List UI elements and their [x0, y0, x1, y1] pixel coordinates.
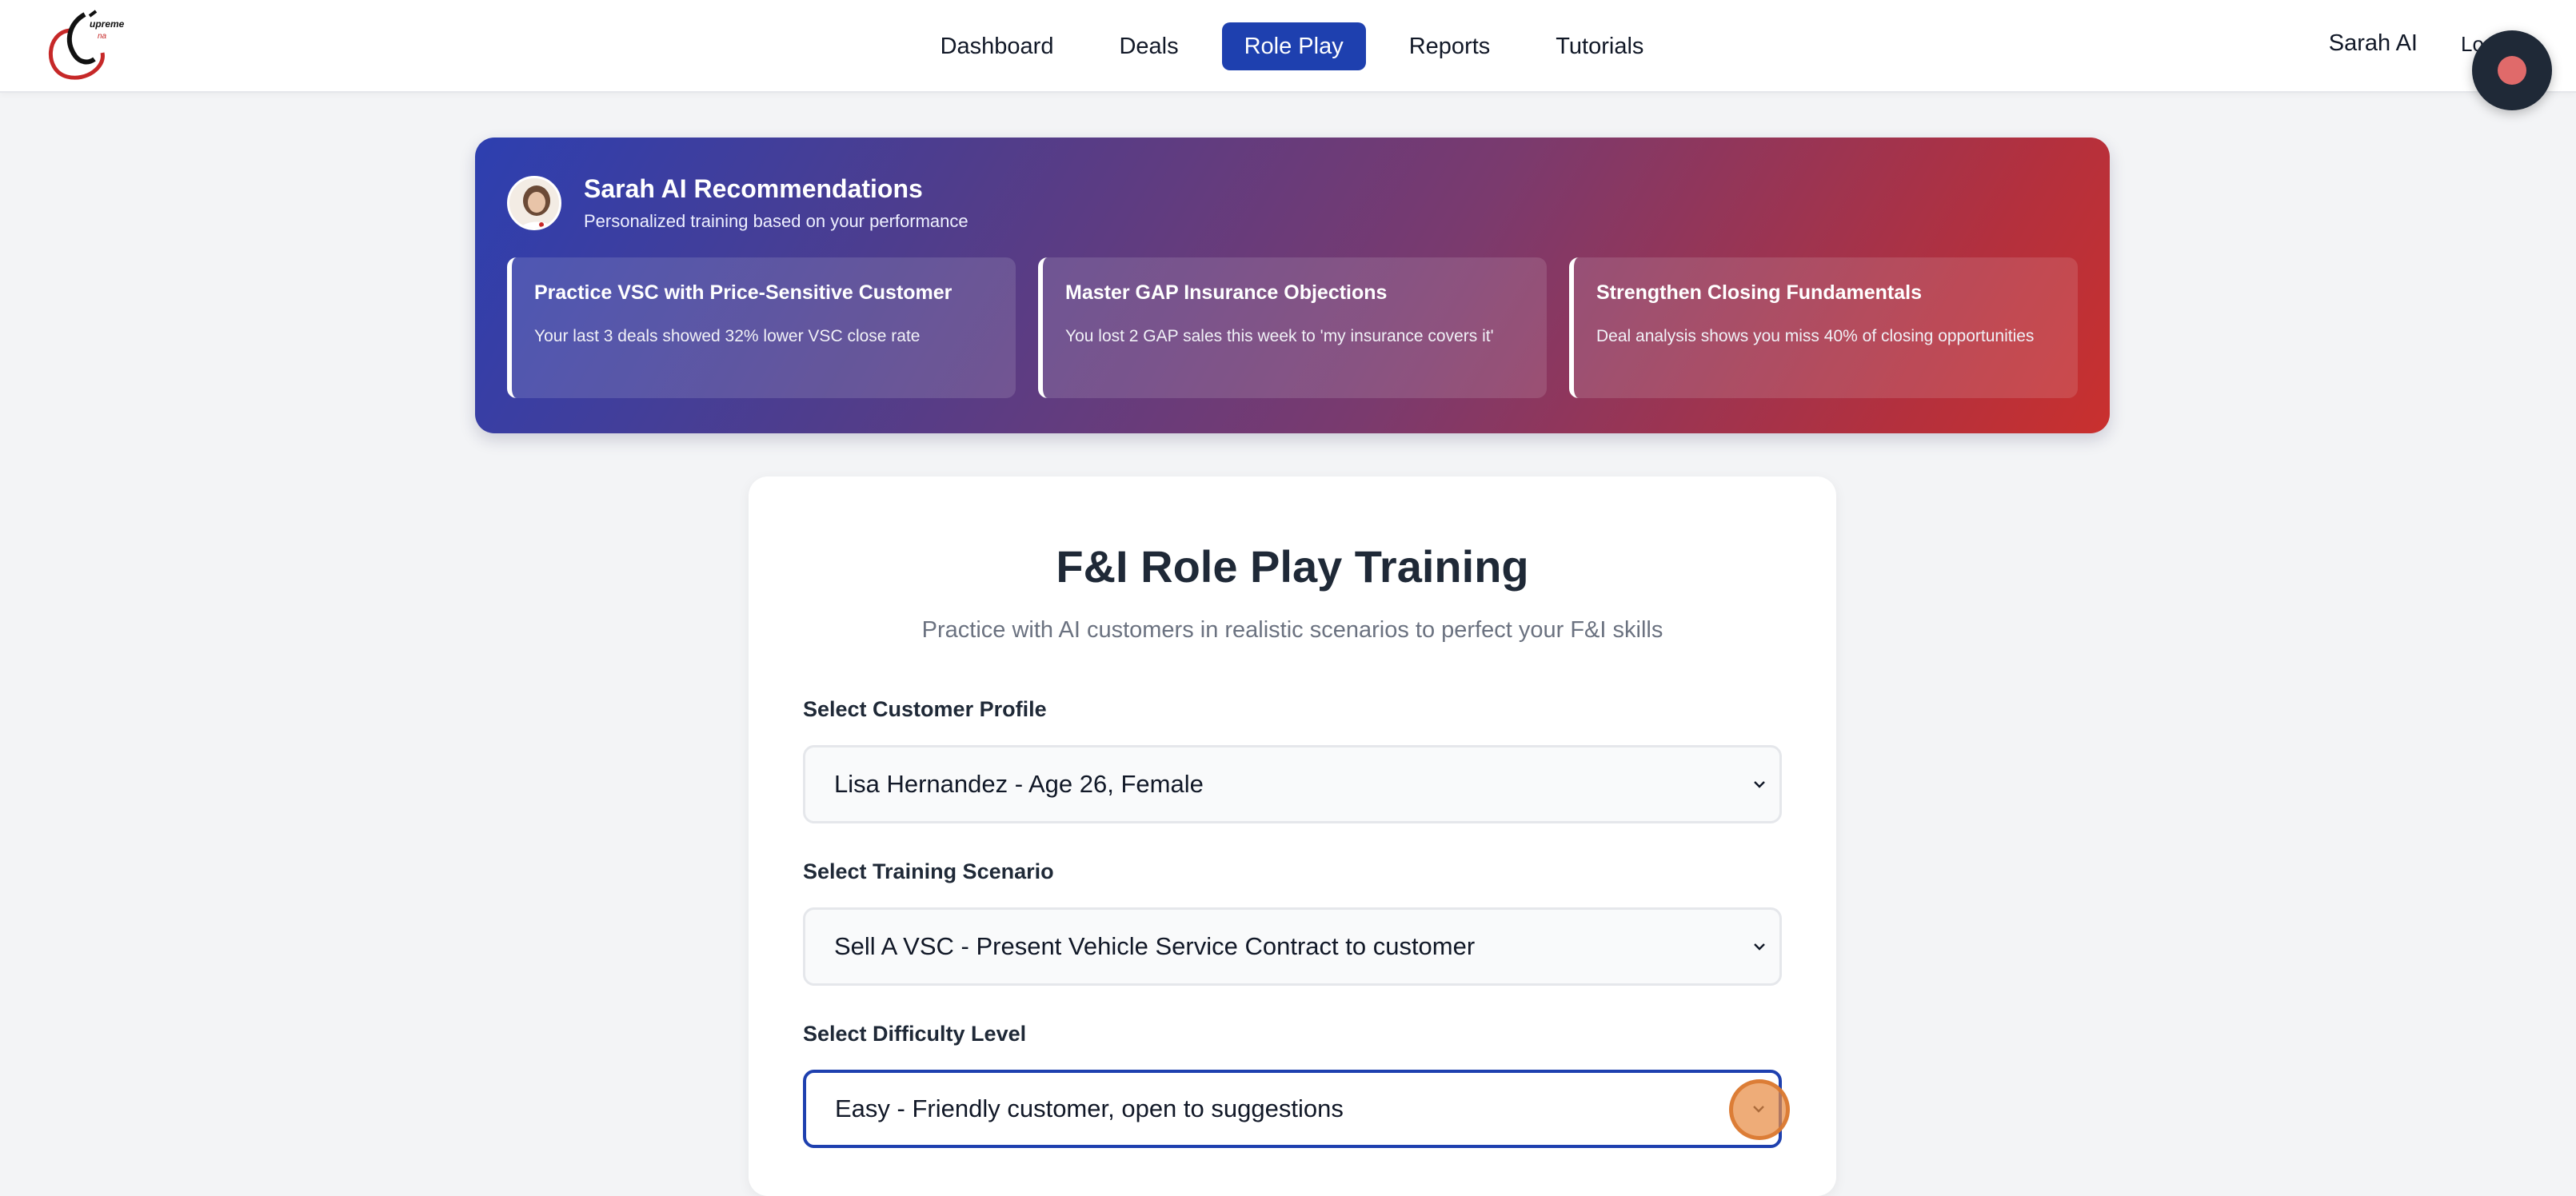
difficulty-level-label: Select Difficulty Level	[803, 1022, 1027, 1046]
training-scenario-select[interactable]: Sell A VSC - Present Vehicle Service Con…	[803, 907, 1782, 986]
difficulty-level-value: Easy - Friendly customer, open to sugges…	[835, 1094, 1344, 1122]
record-icon	[2498, 56, 2526, 85]
customer-profile-select[interactable]: Lisa Hernandez - Age 26, Female	[803, 745, 1782, 823]
record-button[interactable]	[2472, 30, 2552, 110]
main-nav: Dashboard Deals Role Play Reports Tutori…	[0, 22, 2576, 70]
chevron-down-icon	[1747, 935, 1771, 959]
customer-profile-label: Select Customer Profile	[803, 697, 1047, 721]
avatar-icon	[507, 176, 561, 230]
recommendation-title: Strengthen Closing Fundamentals	[1596, 281, 1922, 304]
recommendation-description: Your last 3 deals showed 32% lower VSC c…	[534, 327, 921, 345]
recommendation-description: You lost 2 GAP sales this week to 'my in…	[1065, 327, 1494, 345]
recommendation-title: Practice VSC with Price-Sensitive Custom…	[534, 281, 953, 304]
page-title: F&I Role Play Training	[1056, 541, 1529, 592]
recommendation-card[interactable]: Practice VSC with Price-Sensitive Custom…	[507, 257, 1016, 398]
chevron-down-icon	[1747, 772, 1771, 796]
recommendations-subtitle: Personalized training based on your perf…	[584, 211, 968, 231]
click-indicator	[1729, 1079, 1790, 1140]
nav-deals[interactable]: Deals	[1096, 22, 1200, 70]
top-navigation-bar: upreme na Dashboard Deals Role Play Repo…	[0, 0, 2576, 93]
page-subtitle: Practice with AI customers in realistic …	[921, 617, 1663, 643]
difficulty-level-select[interactable]: Easy - Friendly customer, open to sugges…	[803, 1070, 1782, 1148]
training-scenario-value: Sell A VSC - Present Vehicle Service Con…	[834, 932, 1476, 960]
nav-tutorials[interactable]: Tutorials	[1533, 22, 1666, 70]
recommendation-card[interactable]: Strengthen Closing Fundamentals Deal ana…	[1569, 257, 2078, 398]
nav-dashboard[interactable]: Dashboard	[918, 22, 1076, 70]
recommendations-title: Sarah AI Recommendations	[584, 174, 923, 203]
nav-reports[interactable]: Reports	[1387, 22, 1513, 70]
recommendations-banner: Sarah AI Recommendations Personalized tr…	[475, 138, 2110, 433]
recommendation-title: Master GAP Insurance Objections	[1065, 281, 1388, 304]
customer-profile-value: Lisa Hernandez - Age 26, Female	[834, 770, 1204, 798]
user-name[interactable]: Sarah AI	[2329, 30, 2418, 57]
training-panel: F&I Role Play Training Practice with AI …	[749, 476, 1836, 1196]
recommendation-card[interactable]: Master GAP Insurance Objections You lost…	[1038, 257, 1547, 398]
training-scenario-label: Select Training Scenario	[803, 859, 1054, 883]
recommendation-description: Deal analysis shows you miss 40% of clos…	[1596, 327, 2035, 345]
nav-role-play[interactable]: Role Play	[1221, 22, 1366, 70]
